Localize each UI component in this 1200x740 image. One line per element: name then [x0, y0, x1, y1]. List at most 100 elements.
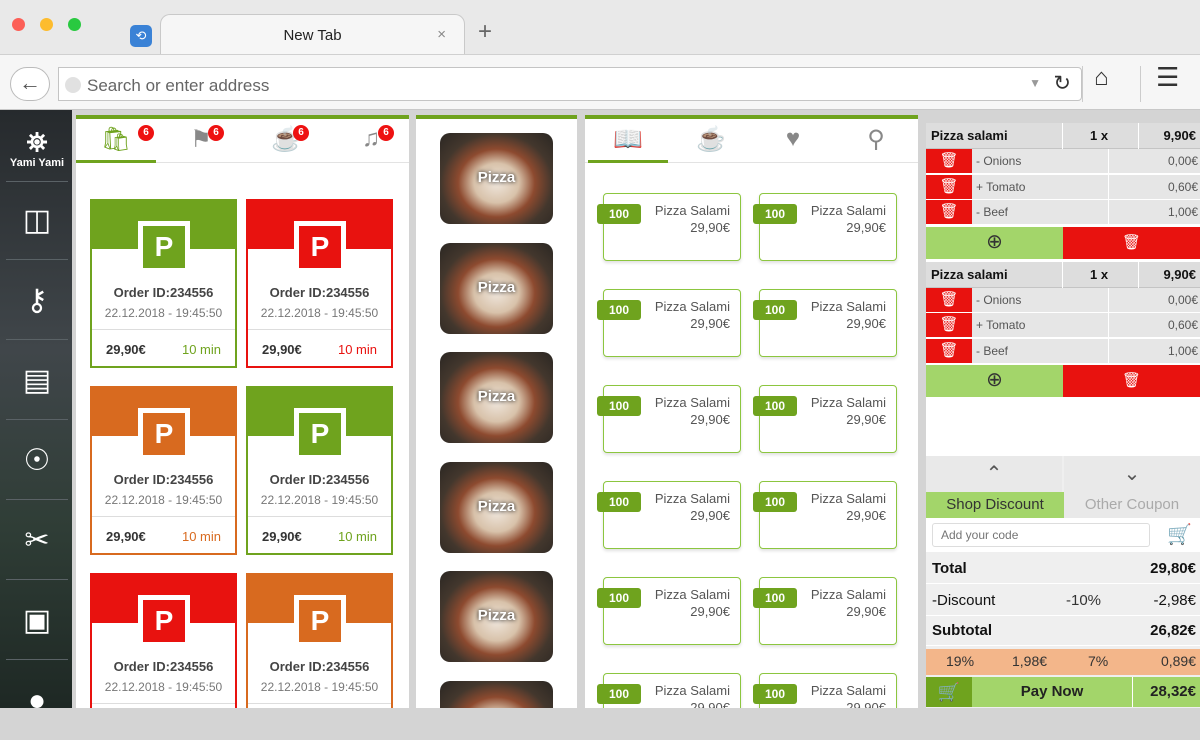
- sidebar-logo[interactable]: ⛯ Yami Yami: [6, 116, 68, 182]
- sidebar-item-user[interactable]: ●: [6, 662, 68, 740]
- new-tab-button[interactable]: +: [478, 20, 492, 44]
- sidebar-item-key[interactable]: ⚷: [6, 262, 68, 340]
- order-card[interactable]: P Order ID:234556 22.12.2018 - 19:45:50: [90, 573, 237, 708]
- tab-service[interactable]: ☕ 6: [261, 125, 311, 163]
- logo-text: Yami Yami: [9, 156, 65, 169]
- tab-desserts[interactable]: ♥: [753, 125, 833, 163]
- product-price: 29,90€: [846, 316, 886, 331]
- order-card[interactable]: P Order ID:234556 22.12.2018 - 19:45:50 29,…: [246, 199, 393, 368]
- product-card[interactable]: 100 Pizza Salami 29,90€: [597, 577, 741, 645]
- tab-drinks[interactable]: ☕: [671, 125, 751, 163]
- pay-now-button[interactable]: Pay Now: [972, 677, 1132, 707]
- product-card[interactable]: 100 Pizza Salami 29,90€: [753, 289, 897, 357]
- order-id: Order ID:234556: [269, 659, 370, 674]
- product-card[interactable]: 100 Pizza Salami 29,90€: [597, 289, 741, 357]
- product-card[interactable]: 100 Pizza Salami 29,90€: [597, 673, 741, 708]
- add-item-button[interactable]: ⊕: [926, 226, 1063, 259]
- menu-icon[interactable]: ☰: [1156, 62, 1179, 93]
- reload-icon[interactable]: ↻: [1053, 71, 1071, 96]
- product-name: Pizza Salami: [654, 683, 730, 698]
- key-icon: ⚷: [26, 284, 48, 317]
- remove-item-button[interactable]: 🗑: [1063, 226, 1200, 259]
- address-bar[interactable]: Search or enter address ▼ ↻: [58, 67, 1082, 101]
- close-window-button[interactable]: [12, 18, 25, 31]
- product-card[interactable]: 100 Pizza Salami 29,90€: [753, 673, 897, 708]
- tax-amount-1: 1,98€: [1012, 653, 1048, 669]
- pizza-category-tile[interactable]: Pizza: [440, 680, 553, 708]
- remove-item-button[interactable]: 🗑: [1063, 365, 1200, 397]
- scroll-down-button[interactable]: ⌄: [1064, 456, 1200, 492]
- tab-menu[interactable]: 📖: [588, 125, 668, 163]
- shop-discount-tab[interactable]: Shop Discount: [926, 492, 1064, 518]
- delete-modifier-icon[interactable]: 🗑: [926, 313, 972, 337]
- product-stock-badge: 100: [753, 204, 797, 224]
- apply-coupon-cart-icon[interactable]: 🛒: [1167, 522, 1192, 547]
- checkout-cart-icon[interactable]: 🛒: [926, 677, 972, 707]
- dropdown-icon[interactable]: ▼: [1029, 76, 1041, 90]
- scroll-up-button[interactable]: ⌃: [926, 456, 1062, 492]
- product-card[interactable]: 100 Pizza Salami 29,90€: [597, 481, 741, 549]
- pizza-category-tile[interactable]: Pizza: [440, 352, 553, 443]
- parking-icon: P: [138, 408, 190, 460]
- other-coupon-tab[interactable]: Other Coupon: [1064, 492, 1200, 518]
- sidebar-item-payment[interactable]: ☉: [6, 422, 68, 500]
- parking-icon: P: [138, 221, 190, 273]
- minimize-window-button[interactable]: [40, 18, 53, 31]
- tab-search[interactable]: ⚲: [836, 125, 916, 163]
- maximize-window-button[interactable]: [68, 18, 81, 31]
- delete-modifier-icon[interactable]: 🗑: [926, 200, 972, 224]
- sidebar-item-cash[interactable]: ▤: [6, 342, 68, 420]
- order-card[interactable]: P Order ID:234556 22.12.2018 - 19:45:50: [246, 573, 393, 708]
- cart-item-row[interactable]: Pizza salami 1 x 9,90€: [926, 261, 1200, 288]
- order-card[interactable]: P Order ID:234556 22.12.2018 - 19:45:50 29,…: [90, 386, 237, 555]
- pizza-panel: Pizza Pizza Pizza Pizza Pizza Pizza: [416, 115, 577, 708]
- product-card[interactable]: 100 Pizza Salami 29,90€: [753, 193, 897, 261]
- product-price: 29,90€: [690, 604, 730, 619]
- product-card[interactable]: 100 Pizza Salami 29,90€: [753, 481, 897, 549]
- tab-dine-in[interactable]: ⚑ 6: [176, 125, 226, 163]
- order-card[interactable]: P Order ID:234556 22.12.2018 - 19:45:50 29,…: [246, 386, 393, 555]
- cart-item-row[interactable]: Pizza salami 1 x 9,90€: [926, 123, 1200, 149]
- modifier-name: - Beef: [976, 343, 1009, 358]
- modifier-name: + Tomato: [976, 318, 1026, 332]
- pizza-category-tile[interactable]: Pizza: [440, 571, 553, 662]
- product-name: Pizza Salami: [654, 299, 730, 314]
- order-card[interactable]: P Order ID:234556 22.12.2018 - 19:45:50 29,…: [90, 199, 237, 368]
- back-button[interactable]: ←: [10, 67, 50, 101]
- order-time: 10 min: [337, 529, 377, 544]
- delete-modifier-icon[interactable]: 🗑: [926, 149, 972, 173]
- product-card[interactable]: 100 Pizza Salami 29,90€: [753, 577, 897, 645]
- product-card[interactable]: 100 Pizza Salami 29,90€: [753, 385, 897, 453]
- total-row: Total 29,80€: [926, 554, 1200, 584]
- sidebar-item-discount[interactable]: ✂: [6, 502, 68, 580]
- tab-alarm[interactable]: ♫ 6: [346, 125, 396, 163]
- order-price: 29,90€: [106, 529, 146, 544]
- order-date: 22.12.2018 - 19:45:50: [260, 680, 379, 694]
- delete-modifier-icon[interactable]: 🗑: [926, 338, 972, 363]
- total-value: 29,80€: [1150, 560, 1196, 577]
- coupon-code-input[interactable]: [932, 523, 1150, 547]
- sidebar-item-basket[interactable]: ◫: [6, 182, 68, 260]
- browser-tab[interactable]: New Tab ×: [160, 14, 465, 54]
- modifier-name: - Beef: [976, 205, 1009, 219]
- product-card[interactable]: 100 Pizza Salami 29,90€: [597, 385, 741, 453]
- pizza-category-tile[interactable]: Pizza: [440, 133, 553, 224]
- takeaway-badge: 6: [138, 125, 154, 141]
- discount-label: -Discount: [932, 592, 996, 609]
- order-id: Order ID:234556: [113, 285, 214, 300]
- home-icon[interactable]: ⌂: [1094, 64, 1109, 92]
- delete-modifier-icon[interactable]: 🗑: [926, 287, 972, 312]
- tab-close-icon[interactable]: ×: [437, 26, 446, 43]
- modifier-price: 1,00€: [1167, 205, 1198, 219]
- add-item-button[interactable]: ⊕: [926, 365, 1063, 397]
- pizza-category-tile[interactable]: Pizza: [440, 461, 553, 553]
- order-card-footer: 29,90€ 10 min: [92, 329, 235, 368]
- delete-modifier-icon[interactable]: 🗑: [926, 174, 972, 199]
- tab-takeaway[interactable]: 🛍 6: [76, 125, 156, 163]
- search-icon: ⚲: [867, 126, 885, 153]
- sidebar-item-atm[interactable]: ▣: [6, 582, 68, 660]
- product-card[interactable]: 100 Pizza Salami 29,90€: [597, 193, 741, 261]
- modifier-price: 0,00€: [1167, 292, 1198, 307]
- order-date: 22.12.2018 - 19:45:50: [104, 306, 223, 320]
- pizza-category-tile[interactable]: Pizza: [440, 242, 553, 334]
